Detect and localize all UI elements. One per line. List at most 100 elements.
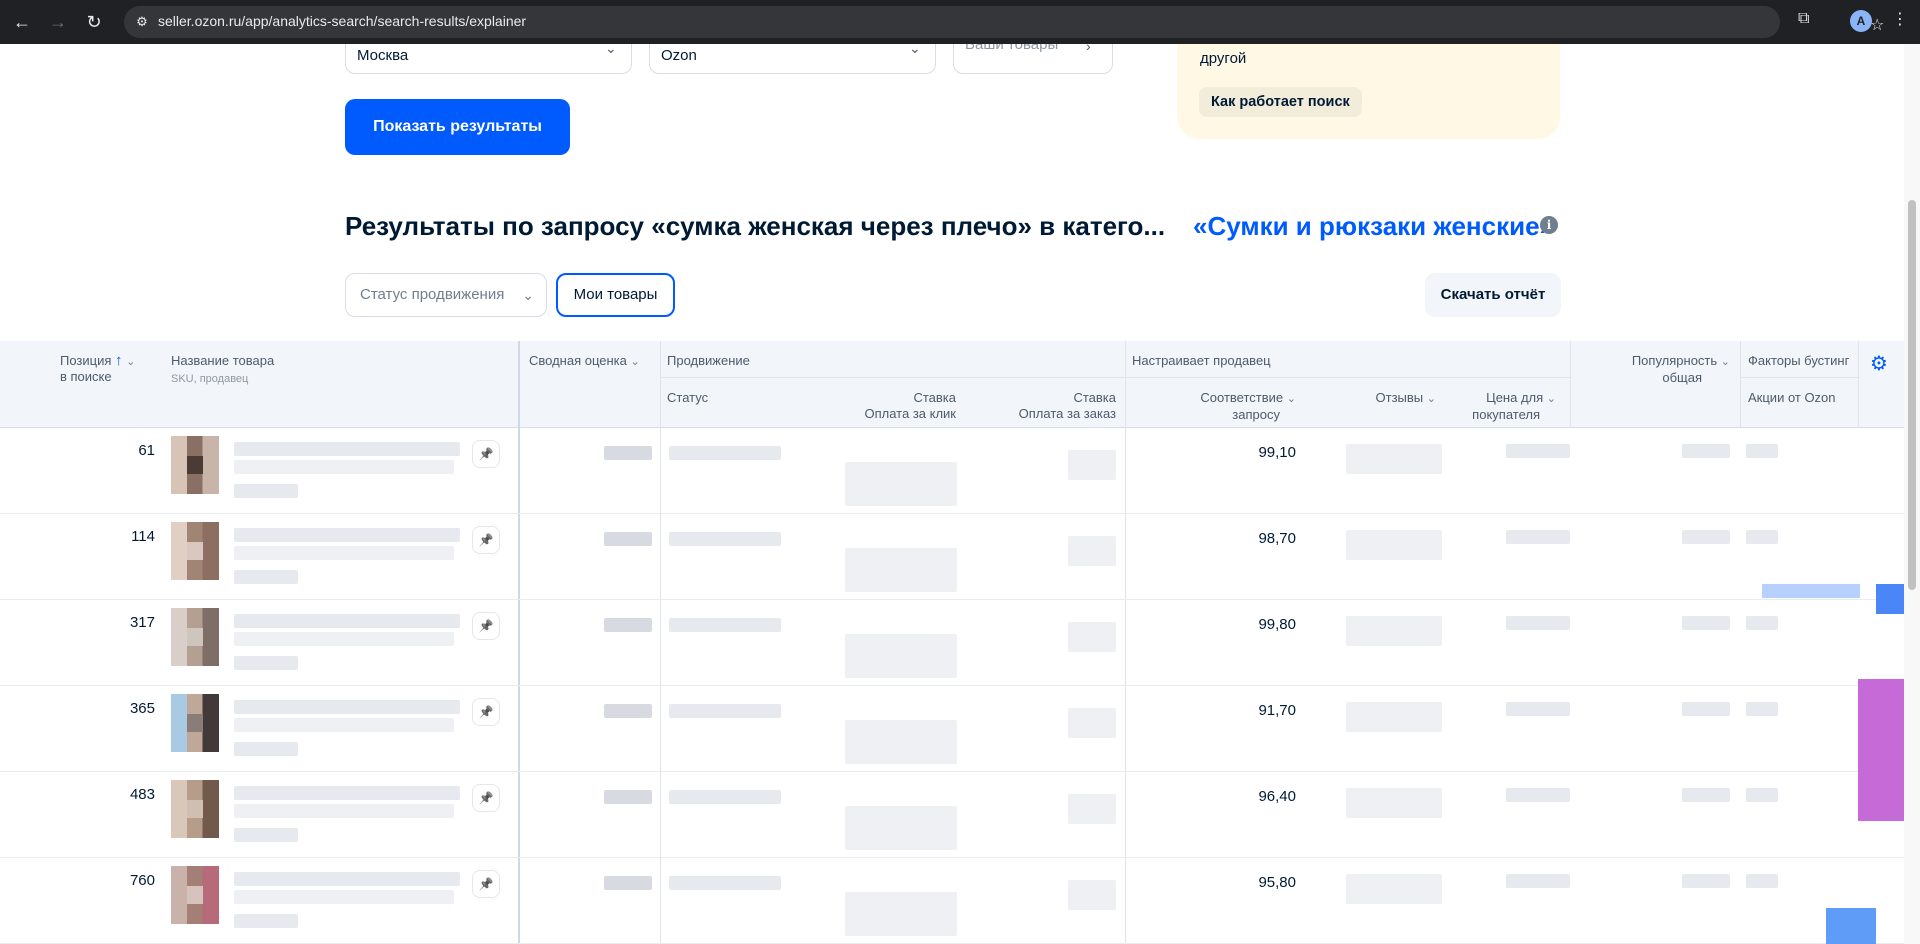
show-results-label: Показать результаты: [373, 118, 542, 135]
product-thumbnail[interactable]: [171, 694, 219, 752]
table-row[interactable]: 61 📌 99,10: [0, 428, 1904, 514]
product-thumbnail-detail: [187, 628, 203, 646]
url-text[interactable]: seller.ozon.ru/app/analytics-search/sear…: [158, 13, 526, 29]
site-info-icon[interactable]: ⚙: [134, 14, 150, 30]
redacted-content: [845, 892, 957, 936]
redacted-content: [669, 532, 781, 546]
product-thumbnail-detail: [187, 456, 203, 474]
search-position: 61: [138, 442, 155, 459]
col-bid-click-l2: Оплата за клик: [864, 406, 956, 421]
col-reviews-header[interactable]: Отзывы ⌄: [1300, 390, 1436, 407]
pin-icon[interactable]: 📌: [472, 870, 500, 898]
chevron-down-icon[interactable]: ⌄: [1547, 393, 1556, 405]
my-products-toggle[interactable]: Мои товары: [556, 273, 675, 317]
relevance-value: 91,70: [1258, 702, 1296, 719]
category-link[interactable]: «Сумки и рюкзаки женские»: [1193, 211, 1554, 242]
redacted-content: [1068, 450, 1116, 480]
sort-asc-icon[interactable]: ↑: [115, 352, 123, 369]
redacted-content: [234, 484, 298, 498]
product-thumbnail[interactable]: [171, 780, 219, 838]
browser-toolbar: ← → ↻ ⚙ seller.ozon.ru/app/analytics-sea…: [0, 0, 1920, 44]
col-summary-header[interactable]: Сводная оценка ⌄: [529, 353, 640, 370]
scrollbar-thumb[interactable]: [1908, 200, 1916, 590]
redacted-content: [1068, 536, 1116, 566]
bookmark-star-icon[interactable]: ☆: [1870, 15, 1884, 35]
col-position-header[interactable]: Позиция ↑ ⌄: [60, 353, 135, 370]
redacted-content: [1346, 444, 1442, 474]
chevron-down-icon[interactable]: ⌄: [631, 356, 640, 368]
pin-icon[interactable]: 📌: [472, 784, 500, 812]
column-divider: [1570, 341, 1571, 428]
col-relevance-l1: Соответствие: [1200, 390, 1284, 405]
redacted-content: [1746, 874, 1778, 888]
col-relevance-l2: запросу: [1232, 407, 1280, 422]
header-divider: [1740, 377, 1860, 378]
relevance-value: 99,10: [1258, 444, 1296, 461]
browser-menu-icon[interactable]: ⋮: [1892, 9, 1908, 29]
redacted-content: [669, 618, 781, 632]
promotion-status-label: Статус продвижения: [360, 286, 505, 303]
redacted-content: [234, 570, 298, 584]
table-row[interactable]: 317 📌 99,80: [0, 600, 1904, 686]
promotion-status-filter[interactable]: Статус продвижения ⌄: [345, 273, 547, 317]
gear-icon[interactable]: ⚙: [1870, 354, 1890, 374]
pin-icon[interactable]: 📌: [472, 440, 500, 468]
col-price-l2: покупателя: [1472, 407, 1540, 422]
redacted-content: [234, 442, 460, 456]
extensions-icon[interactable]: ⧉: [1798, 10, 1809, 28]
redacted-content: [1746, 530, 1778, 544]
product-thumbnail-detail: [187, 886, 203, 904]
product-thumbnail[interactable]: [171, 608, 219, 666]
download-report-button[interactable]: Скачать отчёт: [1425, 273, 1561, 317]
chevron-down-icon[interactable]: ⌄: [1721, 356, 1730, 368]
chevron-right-icon: ›: [1086, 44, 1091, 54]
page-title: Результаты по запросу «сумка женская чер…: [345, 211, 1166, 241]
show-results-button[interactable]: Показать результаты: [345, 99, 570, 155]
chevron-down-icon: ⌄: [605, 44, 617, 56]
product-thumbnail[interactable]: [171, 522, 219, 580]
col-popularity-header[interactable]: Популярность ⌄ общая: [1590, 353, 1730, 386]
address-bar[interactable]: ⚙ seller.ozon.ru/app/analytics-search/se…: [124, 6, 1884, 38]
redacted-content: [1506, 616, 1570, 630]
redacted-content: [1746, 702, 1778, 716]
forward-icon[interactable]: →: [46, 10, 70, 34]
info-icon[interactable]: i: [1540, 216, 1558, 234]
col-reviews-label: Отзывы: [1375, 390, 1424, 405]
profile-avatar[interactable]: A: [1850, 10, 1872, 32]
pin-icon[interactable]: 📌: [472, 612, 500, 640]
chevron-down-icon[interactable]: ⌄: [126, 356, 135, 368]
pin-icon[interactable]: 📌: [472, 526, 500, 554]
product-thumbnail[interactable]: [171, 866, 219, 924]
redacted-content: [669, 876, 781, 890]
col-relevance-header[interactable]: Соответствие ⌄ запросу: [1160, 390, 1296, 423]
table-row[interactable]: 760 📌 95,80: [0, 858, 1904, 944]
redacted-content: [1506, 702, 1570, 716]
chevron-down-icon[interactable]: ⌄: [1287, 393, 1296, 405]
redacted-content: [234, 700, 460, 714]
table-row[interactable]: 114 📌 98,70: [0, 514, 1904, 600]
redacted-content: [669, 790, 781, 804]
col-price-header[interactable]: Цена для ⌄ покупателя: [1420, 390, 1556, 423]
pin-icon[interactable]: 📌: [472, 698, 500, 726]
how-search-works-button[interactable]: Как работает поиск: [1199, 87, 1362, 117]
col-product-header: Название товара: [171, 353, 275, 368]
back-icon[interactable]: ←: [10, 10, 34, 34]
col-status-header: Статус: [667, 390, 709, 405]
redacted-content: [234, 528, 460, 542]
table-row[interactable]: 483 📌 96,40: [0, 772, 1904, 858]
redacted-content: [1068, 622, 1116, 652]
product-thumbnail-detail: [187, 800, 203, 818]
info-box: другой Как работает поиск: [1177, 44, 1560, 139]
platform-select[interactable]: Ozon ⌄: [649, 44, 936, 74]
region-select[interactable]: Москва ⌄: [345, 44, 632, 74]
page-scrollbar[interactable]: [1904, 44, 1920, 944]
reload-icon[interactable]: ↻: [82, 10, 106, 34]
product-thumbnail[interactable]: [171, 436, 219, 494]
table-row[interactable]: 365 📌 91,70: [0, 686, 1904, 772]
platform-select-value: Ozon: [661, 47, 697, 64]
redacted-content: [1068, 880, 1116, 910]
region-select-value: Москва: [357, 47, 409, 64]
products-select[interactable]: Ваши товары ›: [953, 44, 1113, 74]
boost-factor-bar: [1858, 679, 1904, 821]
col-promotion-group: Продвижение: [667, 353, 750, 368]
